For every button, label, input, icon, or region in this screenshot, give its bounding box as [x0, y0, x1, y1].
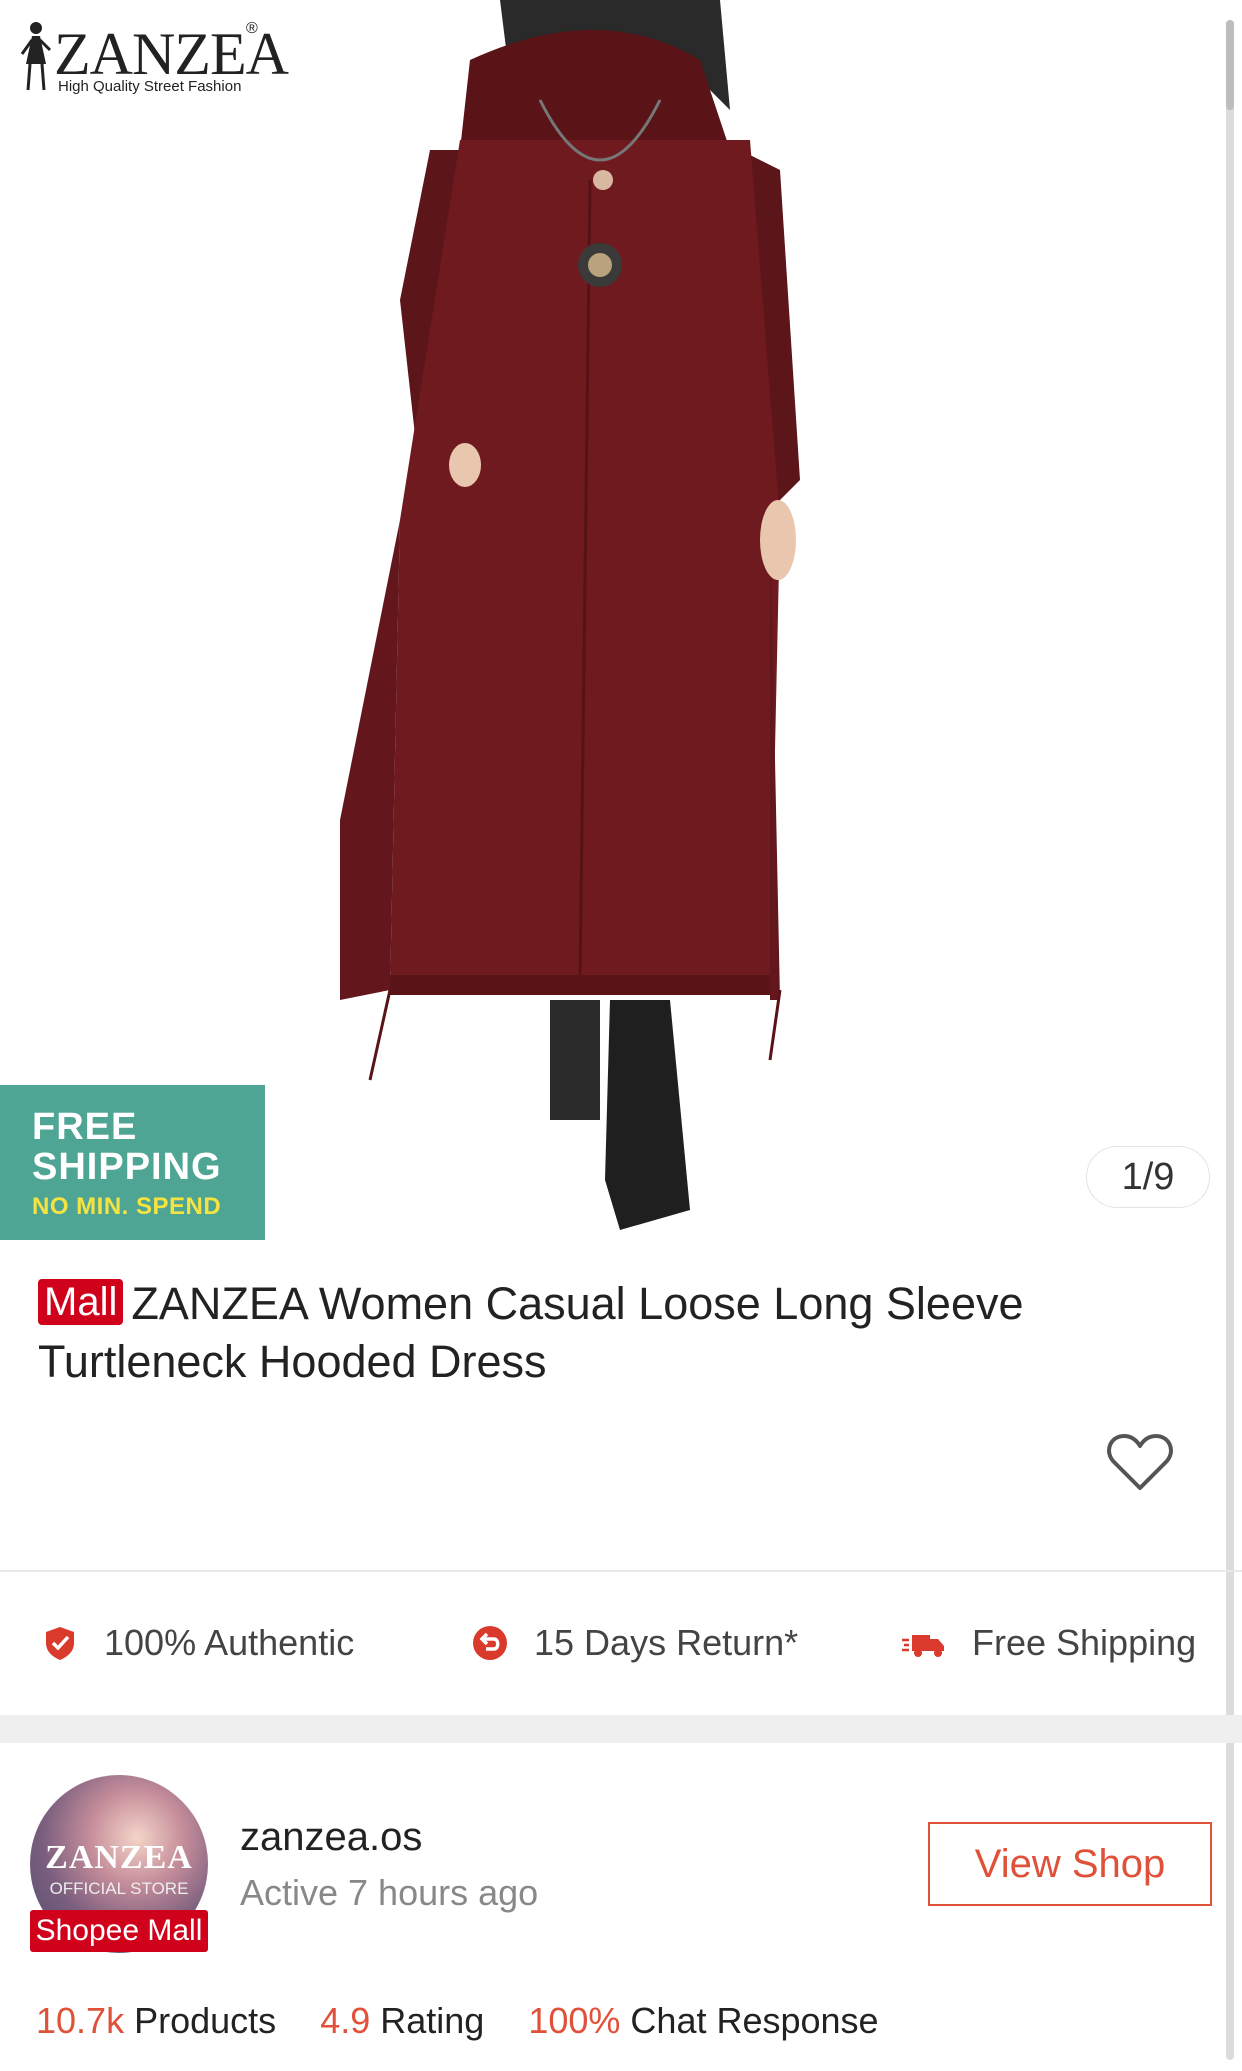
shopee-mall-tag: Shopee Mall: [30, 1910, 208, 1952]
avatar-brand-name: ZANZEA: [45, 1839, 193, 1876]
product-title: Mall ZANZEA Women Casual Loose Long Sleev…: [38, 1275, 1168, 1391]
shield-check-icon: [46, 1627, 74, 1660]
truck-icon: [902, 1635, 944, 1657]
stat-rating-label: Rating: [380, 2000, 485, 2041]
guarantee-label: 15 Days Return*: [534, 1622, 799, 1663]
guarantee-authentic[interactable]: 100% Authentic: [42, 1622, 354, 1664]
guarantee-return[interactable]: 15 Days Return*: [472, 1622, 798, 1664]
stat-products[interactable]: 10.7k Products: [36, 2000, 276, 2041]
stat-products-value: 10.7k: [36, 2000, 125, 2041]
guarantee-strip[interactable]: 100% Authentic 15 Days Return* Free Ship…: [0, 1600, 1242, 1690]
shop-stats: 10.7k Products 4.9 Rating 100% Chat Resp…: [36, 2000, 913, 2042]
guarantee-label: 100% Authentic: [104, 1622, 355, 1663]
shop-name[interactable]: zanzea.os: [240, 1815, 422, 1860]
product-image-carousel[interactable]: ZANZEA ® High Quality Street Fashion FRE…: [0, 0, 1242, 1250]
scrollbar-track[interactable]: [1226, 20, 1234, 2060]
stat-rating-value: 4.9: [320, 2000, 371, 2041]
heart-icon: [1107, 1434, 1173, 1490]
guarantee-label: Free Shipping: [972, 1622, 1197, 1663]
scrollbar-thumb[interactable]: [1226, 20, 1234, 110]
section-divider: [0, 1715, 1242, 1743]
mall-tag: Mall: [38, 1279, 124, 1325]
stat-chat-value: 100%: [528, 2000, 621, 2041]
registered-mark: ®: [246, 20, 258, 37]
wishlist-button[interactable]: [1106, 1432, 1174, 1492]
badge-line-3: NO MIN. SPEND: [32, 1193, 222, 1220]
view-shop-button[interactable]: View Shop: [928, 1822, 1212, 1906]
stat-chat-response: 100% Chat Response: [528, 2000, 878, 2041]
badge-line-1: FREE: [32, 1106, 138, 1148]
avatar-subtitle: OFFICIAL STORE: [49, 1879, 189, 1898]
brand-logo: ZANZEA ® High Quality Street Fashion: [14, 18, 289, 98]
badge-line-2: SHIPPING: [32, 1146, 222, 1188]
guarantee-free-shipping[interactable]: Free Shipping: [902, 1622, 1196, 1664]
shop-active-status: Active 7 hours ago: [240, 1872, 539, 1913]
stat-products-label: Products: [134, 2000, 277, 2041]
product-title-text: ZANZEA Women Casual Loose Long Sleeve Tu…: [38, 1278, 1024, 1387]
free-shipping-badge: FREE SHIPPING NO MIN. SPEND: [0, 1085, 265, 1240]
logo-figure-icon: [20, 22, 52, 91]
return-icon: [473, 1626, 507, 1660]
divider: [0, 1570, 1242, 1572]
image-counter: 1/9: [1086, 1146, 1210, 1208]
stat-rating[interactable]: 4.9 Rating: [320, 2000, 484, 2041]
brand-tagline: High Quality Street Fashion: [58, 78, 242, 95]
stat-chat-label: Chat Response: [630, 2000, 879, 2041]
product-photo: [340, 0, 800, 1230]
